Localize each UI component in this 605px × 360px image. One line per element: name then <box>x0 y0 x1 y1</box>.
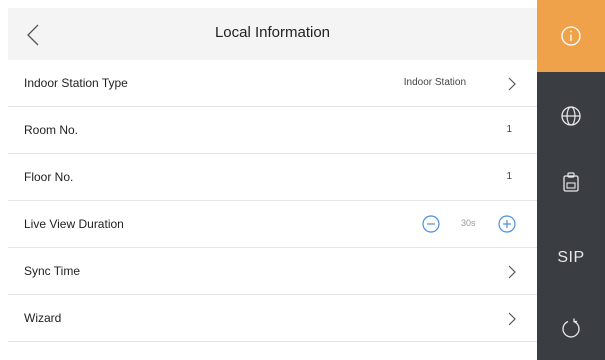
room-no-row[interactable]: Room No. 1 <box>8 107 537 154</box>
floor-no-value: 1 <box>506 171 512 182</box>
sidebar: SIP <box>537 0 605 360</box>
live-view-duration-value: 30s <box>461 218 476 228</box>
room-no-label: Room No. <box>24 123 79 137</box>
room-no-value: 1 <box>506 124 512 135</box>
live-view-duration-stepper: 30s <box>411 212 523 236</box>
live-view-duration-label: Live View Duration <box>24 217 124 231</box>
plus-circle-icon[interactable] <box>497 214 517 234</box>
floor-no-row[interactable]: Floor No. 1 <box>8 154 537 201</box>
clipboard-icon <box>563 172 579 192</box>
minus-circle-icon[interactable] <box>421 214 441 234</box>
restart-icon <box>562 318 580 338</box>
chevron-right-icon <box>508 265 516 279</box>
live-view-duration-row: Live View Duration 30s <box>8 201 537 248</box>
wizard-label: Wizard <box>24 311 62 325</box>
sync-time-label: Sync Time <box>24 264 81 278</box>
indoor-station-type-row[interactable]: Indoor Station Type Indoor Station <box>8 60 537 107</box>
sidebar-item-network[interactable] <box>537 80 605 152</box>
indoor-station-type-label: Indoor Station Type <box>24 76 128 90</box>
chevron-right-icon <box>508 77 516 91</box>
page-title: Local Information <box>214 24 331 41</box>
sidebar-item-local-information[interactable] <box>537 0 605 72</box>
header-bar: Local Information <box>8 8 537 60</box>
info-icon <box>561 26 581 46</box>
wizard-row[interactable]: Wizard <box>8 295 537 342</box>
settings-list: Indoor Station Type Indoor Station Room … <box>8 60 537 342</box>
sip-label: SIP <box>557 249 585 266</box>
sidebar-item-restart[interactable] <box>537 292 605 360</box>
floor-no-label: Floor No. <box>24 170 74 184</box>
indoor-station-type-value: Indoor Station <box>403 77 466 88</box>
main-panel: Local Information Indoor Station Type In… <box>0 0 537 360</box>
sync-time-row[interactable]: Sync Time <box>8 248 537 295</box>
sidebar-item-sip[interactable]: SIP <box>537 222 605 294</box>
sidebar-item-device-management[interactable] <box>537 146 605 218</box>
globe-icon <box>561 106 581 126</box>
chevron-right-icon <box>508 312 516 326</box>
